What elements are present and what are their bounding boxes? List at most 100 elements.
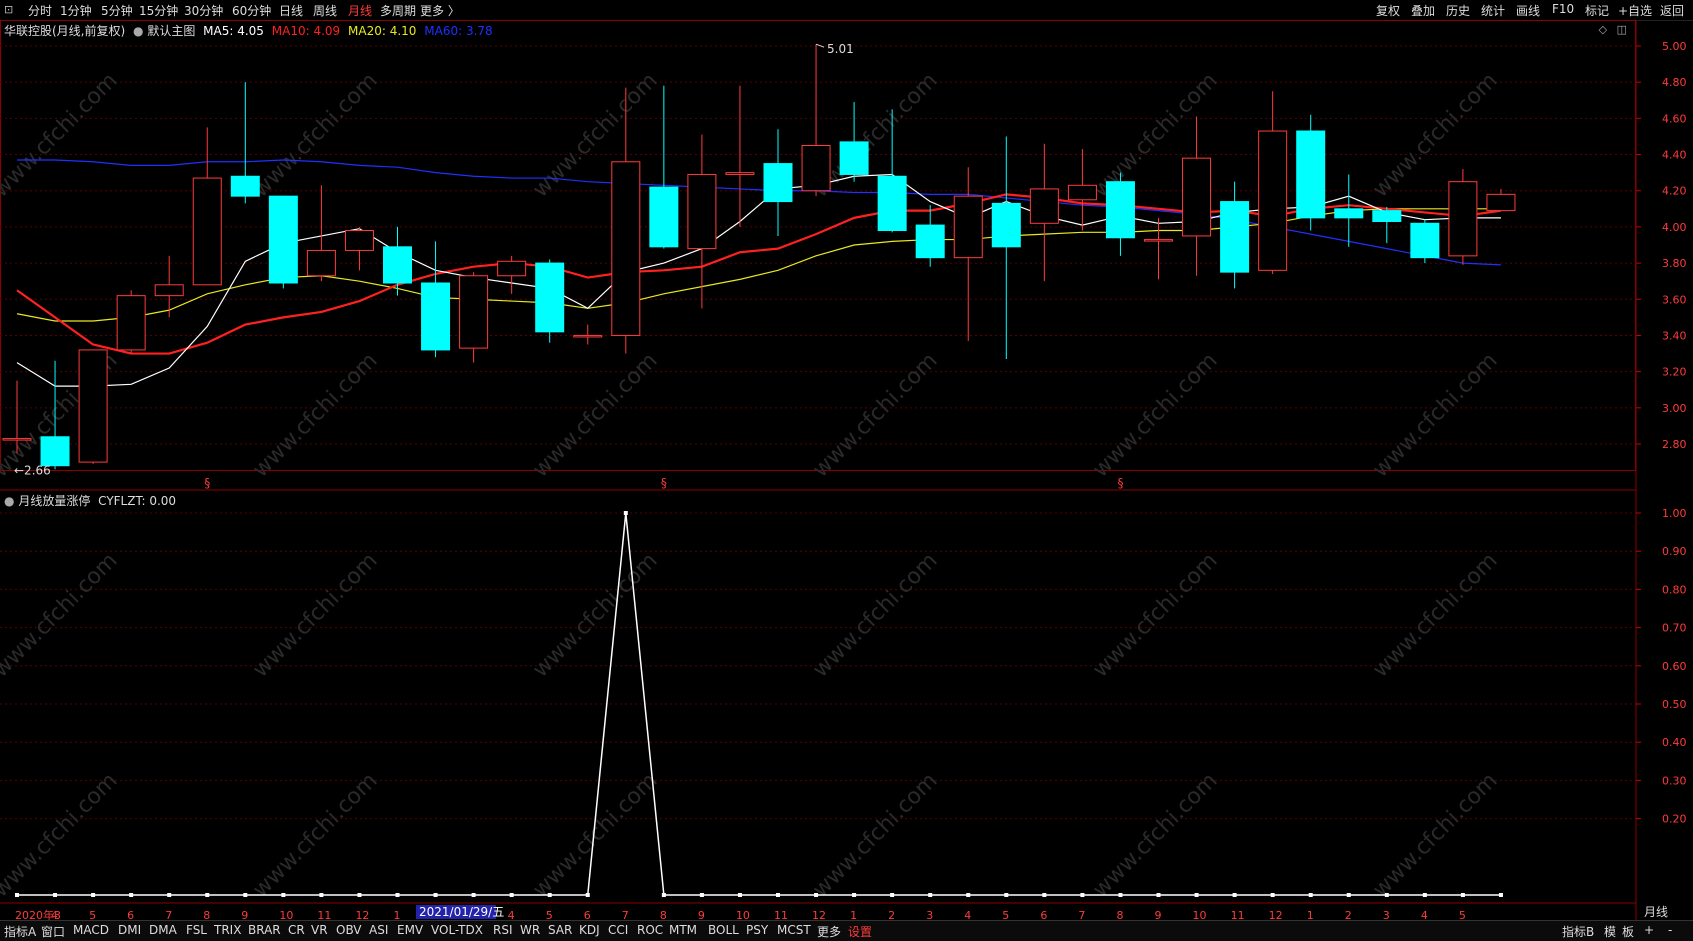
- candle-body-up[interactable]: [78, 349, 108, 463]
- toolbar-item-3[interactable]: 统计: [1481, 2, 1505, 19]
- event-marker[interactable]: §: [204, 476, 210, 490]
- bottom-right-0[interactable]: 指标B: [1562, 923, 1594, 940]
- indicator-tab-13[interactable]: VOL-TDX: [431, 923, 483, 937]
- candle-body-down[interactable]: [1410, 222, 1440, 259]
- bottom-right-3[interactable]: +: [1644, 923, 1654, 937]
- price-tick-label: 3.60: [1662, 293, 1687, 306]
- toolbar-item-7[interactable]: +自选: [1618, 2, 1652, 19]
- indicator-tab-6[interactable]: TRIX: [214, 923, 241, 937]
- bottom-right-1[interactable]: 模: [1604, 923, 1616, 940]
- candle-body-down[interactable]: [535, 262, 565, 333]
- indicator-tab-18[interactable]: CCI: [608, 923, 628, 937]
- candle-body-down[interactable]: [649, 186, 679, 248]
- cyflzt-point: [357, 893, 362, 897]
- indicator-tab-9[interactable]: VR: [311, 923, 328, 937]
- period-tab-0[interactable]: 分时: [28, 2, 52, 19]
- indicator-tab-11[interactable]: ASI: [369, 923, 388, 937]
- x-tick-label: 10: [736, 909, 750, 920]
- candle-body-up[interactable]: [1067, 184, 1097, 201]
- candle-body-up[interactable]: [1029, 188, 1059, 224]
- period-tab-1[interactable]: 1分钟: [60, 2, 92, 19]
- candle-body-down[interactable]: [421, 282, 451, 351]
- toolbar-item-1[interactable]: 叠加: [1411, 2, 1435, 19]
- period-tab-10[interactable]: 更多 〉: [420, 2, 460, 19]
- indicator-tab-19[interactable]: ROC: [637, 923, 663, 937]
- candle-body-up[interactable]: [116, 295, 146, 351]
- indicator-tab-12[interactable]: EMV: [397, 923, 423, 937]
- period-tab-6[interactable]: 日线: [279, 2, 303, 19]
- toolbar-item-2[interactable]: 历史: [1446, 2, 1470, 19]
- toolbar-item-4[interactable]: 画线: [1516, 2, 1540, 19]
- event-marker[interactable]: §: [1117, 476, 1123, 490]
- indicator-tab-8[interactable]: CR: [288, 923, 305, 937]
- candle-body-up[interactable]: [497, 260, 527, 277]
- toolbar-item-5[interactable]: F10: [1552, 2, 1574, 16]
- candle-body-down[interactable]: [915, 224, 945, 259]
- indicator-tab-24[interactable]: 更多: [817, 923, 841, 940]
- candle-body-down[interactable]: [763, 163, 793, 203]
- candle-body-up[interactable]: [192, 177, 222, 286]
- indicator-tab-21[interactable]: BOLL: [708, 923, 739, 937]
- toolbar-item-0[interactable]: 复权: [1376, 2, 1400, 19]
- candle-body-up[interactable]: [459, 275, 489, 349]
- candle-body-down[interactable]: [877, 175, 907, 232]
- candle-body-down[interactable]: [839, 141, 869, 175]
- indicator-tab-3[interactable]: DMI: [118, 923, 141, 937]
- period-tab-8[interactable]: 月线: [348, 2, 372, 19]
- candle-body-down[interactable]: [1372, 210, 1402, 222]
- candle-body-up[interactable]: [2, 438, 32, 441]
- indicator-tab-4[interactable]: DMA: [149, 923, 177, 937]
- period-tab-5[interactable]: 60分钟: [232, 2, 271, 19]
- candle-body-up[interactable]: [1448, 181, 1478, 257]
- indicator-tab-15[interactable]: WR: [520, 923, 540, 937]
- indicator-tab-14[interactable]: RSI: [493, 923, 513, 937]
- indicator-tab-0[interactable]: 指标A: [4, 923, 36, 940]
- period-tab-4[interactable]: 30分钟: [184, 2, 223, 19]
- period-tab-9[interactable]: 多周期: [380, 2, 416, 19]
- candle-body-up[interactable]: [1182, 157, 1212, 237]
- toolbar-item-8[interactable]: 返回: [1660, 2, 1684, 19]
- price-tick-label: 4.80: [1662, 76, 1687, 89]
- indicator-tab-17[interactable]: KDJ: [579, 923, 600, 937]
- candle-body-up[interactable]: [573, 334, 603, 338]
- candle-body-down[interactable]: [383, 246, 412, 284]
- period-tab-2[interactable]: 5分钟: [101, 2, 133, 19]
- candle-body-up[interactable]: [154, 284, 184, 297]
- indicator-tab-25[interactable]: 设置: [848, 923, 872, 940]
- event-marker[interactable]: §: [661, 476, 667, 490]
- candle-body-up[interactable]: [1144, 239, 1173, 242]
- candle-body-up[interactable]: [1486, 193, 1516, 212]
- candle-body-up[interactable]: [687, 173, 717, 250]
- indicator-tab-1[interactable]: 窗口: [41, 923, 65, 940]
- candle-body-down[interactable]: [1334, 208, 1364, 219]
- bottom-right-4[interactable]: -: [1668, 923, 1672, 937]
- candle-body-down[interactable]: [991, 202, 1021, 248]
- indicator-tab-16[interactable]: SAR: [548, 923, 572, 937]
- candle-body-up[interactable]: [801, 145, 831, 192]
- bottom-right-2[interactable]: 板: [1622, 923, 1634, 940]
- kline-chart[interactable]: 5.00 4.80 4.60 4.40 4.20 4.00 3.80 3.60 3.40 3.20…: [0, 20, 1693, 920]
- candle-body-down[interactable]: [1220, 201, 1250, 273]
- candle-body-down[interactable]: [1296, 130, 1326, 219]
- candle-body-up[interactable]: [1258, 130, 1288, 271]
- indicator-tab-2[interactable]: MACD: [73, 923, 109, 937]
- candle-body-up[interactable]: [306, 249, 336, 277]
- indicator-tab-7[interactable]: BRAR: [248, 923, 281, 937]
- period-tab-7[interactable]: 周线: [313, 2, 337, 19]
- candle-body-down[interactable]: [1105, 181, 1135, 239]
- candle-body-down[interactable]: [230, 175, 260, 197]
- indicator-tab-10[interactable]: OBV: [336, 923, 362, 937]
- candle-body-down[interactable]: [40, 436, 70, 467]
- candle-body-up[interactable]: [344, 230, 374, 251]
- candle-body-up[interactable]: [953, 195, 983, 259]
- indicator-tab-5[interactable]: FSL: [186, 923, 207, 937]
- window-menu-icon[interactable]: ⊡: [4, 3, 13, 16]
- toolbar-item-6[interactable]: 标记: [1585, 2, 1609, 19]
- indicator-tab-20[interactable]: MTM: [669, 923, 697, 937]
- indicator-tab-23[interactable]: MCST: [777, 923, 811, 937]
- indicator-tab-22[interactable]: PSY: [746, 923, 768, 937]
- candle-body-up[interactable]: [725, 172, 755, 175]
- period-tab-3[interactable]: 15分钟: [139, 2, 178, 19]
- candle-body-up[interactable]: [611, 161, 641, 336]
- candle-body-down[interactable]: [268, 195, 298, 284]
